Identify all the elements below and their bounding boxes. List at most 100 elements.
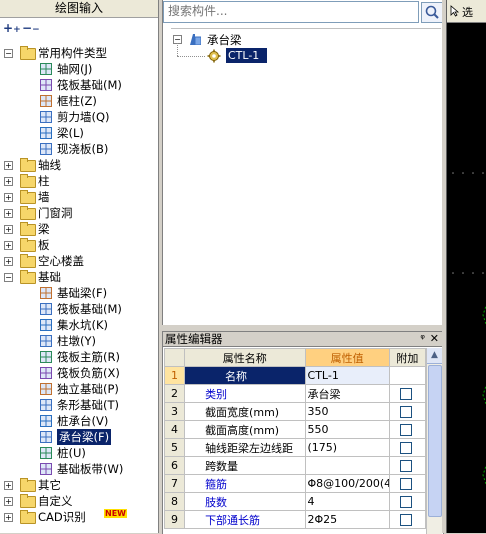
scroll-up-icon[interactable]: ▲ bbox=[427, 348, 442, 364]
folder-icon bbox=[20, 158, 36, 172]
property-value[interactable]: CTL-1 bbox=[304, 366, 390, 385]
tree-item[interactable]: 柱墩(Y) bbox=[0, 333, 158, 349]
property-value[interactable]: 4 bbox=[304, 492, 390, 511]
collapse-icon[interactable]: − bbox=[4, 49, 13, 58]
tree-category[interactable]: + 空心楼盖 bbox=[0, 253, 158, 269]
tree-item[interactable]: 现浇板(B) bbox=[0, 141, 158, 157]
tree-item[interactable]: 集水坑(K) bbox=[0, 317, 158, 333]
close-icon[interactable]: ✕ bbox=[430, 332, 439, 346]
tree-category[interactable]: + 板 bbox=[0, 237, 158, 253]
expand-icon[interactable]: + bbox=[4, 497, 13, 506]
tree-label: 桩(U) bbox=[57, 446, 86, 460]
property-row[interactable]: 7 箍筋 Φ8@100/200(4 bbox=[163, 474, 427, 493]
extra-checkbox[interactable] bbox=[399, 478, 412, 490]
tree-category[interactable]: + 梁 bbox=[0, 221, 158, 237]
tree-category[interactable]: + 墙 bbox=[0, 189, 158, 205]
property-value[interactable]: (175) bbox=[304, 438, 390, 457]
tree-category[interactable]: + 轴线 bbox=[0, 157, 158, 173]
collapse-all-icon[interactable]: −− bbox=[22, 22, 40, 36]
expand-icon[interactable]: + bbox=[4, 241, 13, 250]
component-root-node[interactable]: − 承台梁 bbox=[171, 31, 441, 47]
expand-icon[interactable]: + bbox=[4, 177, 13, 186]
tree-item[interactable]: 桩承台(V) bbox=[0, 413, 158, 429]
tree-item[interactable]: 承台梁(F) bbox=[0, 429, 158, 445]
property-row[interactable]: 3 截面宽度(mm) 350 bbox=[163, 402, 427, 421]
cursor-icon[interactable] bbox=[450, 5, 460, 17]
tree-category[interactable]: − 基础 bbox=[0, 269, 158, 285]
tree-label: 轴线 bbox=[38, 158, 61, 172]
raft-main-rebar-icon bbox=[40, 351, 52, 363]
tree-label: 现浇板(B) bbox=[57, 142, 109, 156]
tree-item[interactable]: 基础梁(F) bbox=[0, 285, 158, 301]
expand-icon[interactable]: + bbox=[4, 257, 13, 266]
tree-item[interactable]: 基础板带(W) bbox=[0, 461, 158, 477]
tree-category[interactable]: + CAD识别 NEW bbox=[0, 509, 158, 525]
property-row[interactable]: 5 轴线距梁左边线距 (175) bbox=[163, 438, 427, 457]
extra-checkbox[interactable] bbox=[399, 388, 412, 400]
property-row[interactable]: 4 截面高度(mm) 550 bbox=[163, 420, 427, 439]
tree-item[interactable]: 筏板基础(M) bbox=[0, 77, 158, 93]
extra-checkbox[interactable] bbox=[399, 442, 412, 454]
property-scrollbar[interactable]: ▲ bbox=[426, 348, 442, 534]
property-row[interactable]: 1 名称 CTL-1 bbox=[163, 366, 427, 385]
scroll-thumb[interactable] bbox=[428, 365, 442, 517]
tree-item[interactable]: 筏板主筋(R) bbox=[0, 349, 158, 365]
expand-icon[interactable]: + bbox=[4, 193, 13, 202]
tree-item[interactable]: 桩(U) bbox=[0, 445, 158, 461]
collapse-icon[interactable]: − bbox=[4, 273, 13, 282]
property-value[interactable]: 承台梁 bbox=[304, 384, 390, 403]
tree-label: 柱墩(Y) bbox=[57, 334, 96, 348]
expand-icon[interactable]: + bbox=[4, 513, 13, 522]
foundation-beam-icon bbox=[40, 287, 52, 299]
tree-category[interactable]: + 自定义 bbox=[0, 493, 158, 509]
tree-category[interactable]: + 其它 bbox=[0, 477, 158, 493]
tree-item[interactable]: 梁(L) bbox=[0, 125, 158, 141]
search-button[interactable] bbox=[421, 2, 443, 23]
expand-all-icon[interactable]: ++ bbox=[3, 22, 21, 36]
drawing-canvas[interactable]: 选 bbox=[446, 0, 486, 533]
folder-icon bbox=[20, 222, 36, 236]
tree-item[interactable]: 筏板负筋(X) bbox=[0, 365, 158, 381]
property-row[interactable]: 9 下部通长筋 2Φ25 bbox=[163, 510, 427, 529]
extra-checkbox[interactable] bbox=[399, 460, 412, 472]
tree-item[interactable]: 独立基础(P) bbox=[0, 381, 158, 397]
extra-checkbox[interactable] bbox=[399, 406, 412, 418]
tree-category[interactable]: + 门窗洞 bbox=[0, 205, 158, 221]
component-child-node[interactable]: CTL-1 bbox=[171, 43, 441, 64]
tree-category[interactable]: + 柱 bbox=[0, 173, 158, 189]
property-value[interactable] bbox=[304, 456, 390, 475]
property-row[interactable]: 6 跨数量 bbox=[163, 456, 427, 475]
header-corner bbox=[163, 348, 186, 367]
search-input[interactable] bbox=[164, 2, 412, 20]
property-row[interactable]: 8 肢数 4 bbox=[163, 492, 427, 511]
expand-icon[interactable]: + bbox=[4, 481, 13, 490]
tree-label: 框柱(Z) bbox=[57, 94, 97, 108]
folder-icon bbox=[20, 270, 36, 284]
property-value[interactable]: Φ8@100/200(4 bbox=[304, 474, 390, 493]
tree-item[interactable]: 筏板基础(M) bbox=[0, 301, 158, 317]
folder-icon bbox=[20, 46, 36, 60]
expand-icon[interactable]: + bbox=[4, 161, 13, 170]
tree-item[interactable]: 轴网(J) bbox=[0, 61, 158, 77]
expand-icon[interactable]: + bbox=[4, 209, 13, 218]
property-row[interactable]: 2 类别 承台梁 bbox=[163, 384, 427, 403]
extra-checkbox[interactable] bbox=[399, 424, 412, 436]
extra-checkbox[interactable] bbox=[399, 514, 412, 526]
property-value[interactable]: 2Φ25 bbox=[304, 510, 390, 529]
extra-checkbox[interactable] bbox=[399, 496, 412, 508]
pin-icon[interactable]: ᵠ bbox=[420, 332, 425, 346]
property-editor: 属性编辑器 ᵠ ✕ 属性名称 属性值 附加 1 名称 CTL-1 2 类别 承台梁 3 截面宽… bbox=[162, 331, 444, 534]
tree-label: 承台梁(F) bbox=[57, 429, 112, 445]
row-number: 8 bbox=[163, 492, 186, 511]
property-value[interactable]: 550 bbox=[304, 420, 390, 439]
property-name: 下部通长筋 bbox=[184, 510, 306, 529]
tree-item[interactable]: 框柱(Z) bbox=[0, 93, 158, 109]
tree-category[interactable]: − 常用构件类型 bbox=[0, 45, 158, 61]
property-value[interactable]: 350 bbox=[304, 402, 390, 421]
select-label[interactable]: 选 bbox=[462, 4, 473, 20]
component-tree: − 承台梁 CTL-1 bbox=[171, 28, 441, 64]
raft-icon bbox=[40, 303, 52, 315]
expand-icon[interactable]: + bbox=[4, 225, 13, 234]
tree-item[interactable]: 条形基础(T) bbox=[0, 397, 158, 413]
tree-item[interactable]: 剪力墙(Q) bbox=[0, 109, 158, 125]
